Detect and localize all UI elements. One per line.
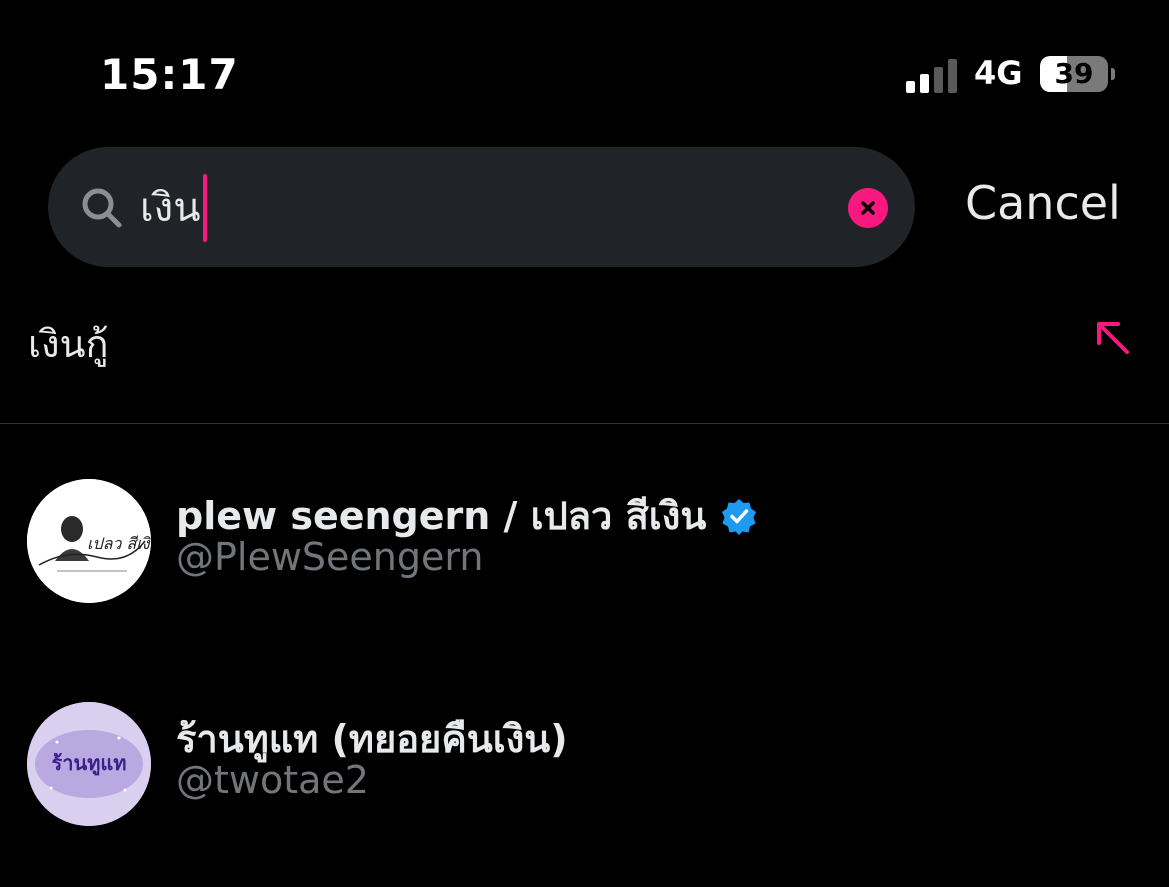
network-type: 4G [974,54,1023,92]
search-input[interactable]: เงิน [140,174,207,242]
cancel-button[interactable]: Cancel [965,176,1121,230]
user-name-text: plew seengern / เปลว สีเงิน [176,494,707,538]
text-caret [202,174,207,242]
battery-icon: 39 [1040,56,1108,92]
search-suggestion[interactable]: เงินกู้ [0,295,1169,390]
divider [0,423,1169,424]
avatar: ร้านทูแท [27,702,151,826]
avatar-label: ร้านทูแท [52,751,127,777]
fill-query-arrow-icon[interactable] [1094,319,1132,357]
user-handle: @twotae2 [176,758,369,802]
clear-search-button[interactable] [848,188,888,228]
battery-percent: 39 [1054,57,1094,90]
status-bar: 15:17 4G 39 [0,0,1169,130]
status-time: 15:17 [100,50,239,99]
avatar-image: ร้านทูแท [27,702,151,826]
avatar-image: เปลว สีเงิน [27,479,151,603]
avatar: เปลว สีเงิน [27,479,151,603]
cellular-signal-icon [906,57,962,93]
user-result-row[interactable]: ร้านทูแท ร้านทูแท (ทยอยคืนเงิน) @twotae2 [0,702,1169,852]
search-query: เงิน [140,185,201,231]
verified-badge-icon [722,499,757,535]
search-icon [82,188,122,228]
user-result-row[interactable]: เปลว สีเงิน plew seengern / เปลว สีเงิน … [0,479,1169,629]
avatar-signature: เปลว สีเงิน [87,534,151,553]
suggestion-text: เงินกู้ [28,322,109,366]
user-handle: @PlewSeengern [176,535,484,579]
battery-nub [1111,68,1115,80]
user-name-text: ร้านทูแท (ทยอยคืนเงิน) [176,717,568,761]
